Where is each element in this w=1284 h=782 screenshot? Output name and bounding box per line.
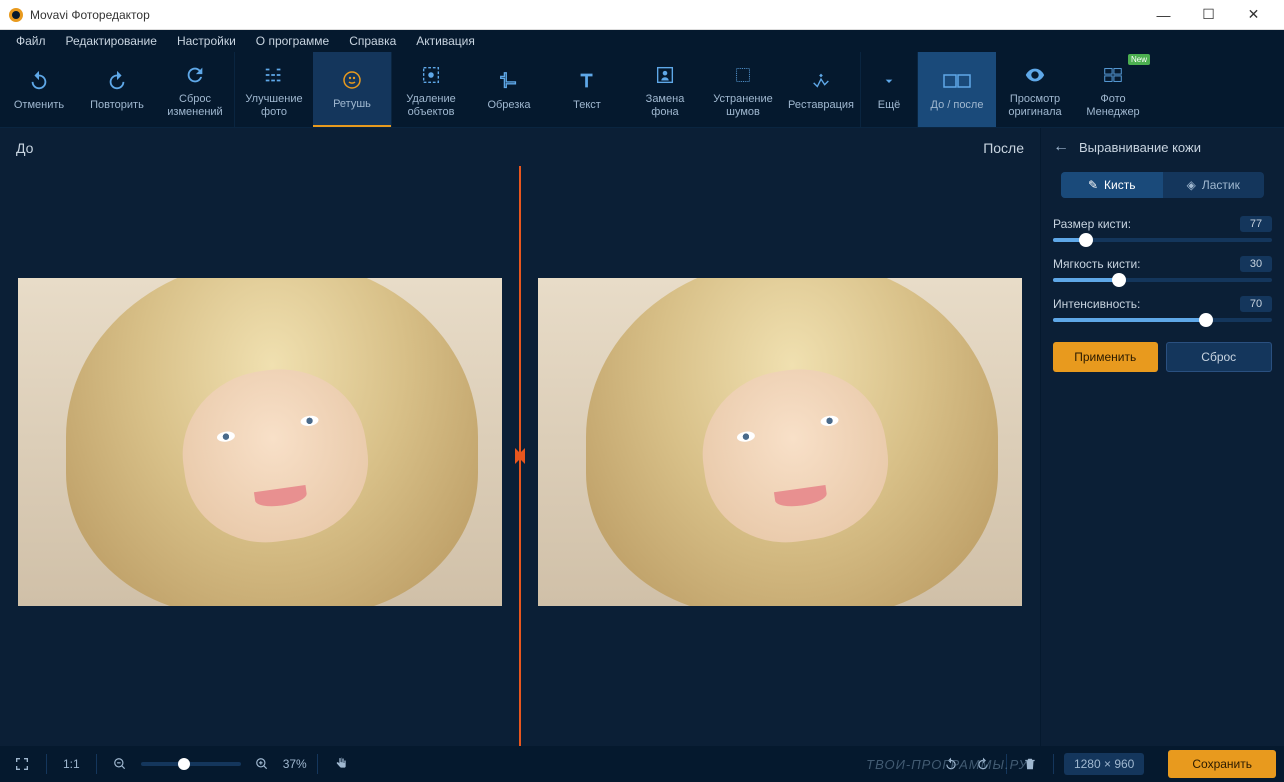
- before-after-button[interactable]: До / после: [918, 52, 996, 127]
- reset-icon: [181, 61, 209, 89]
- before-label: До: [0, 128, 520, 168]
- rotate-left-button[interactable]: [938, 753, 964, 775]
- redo-button[interactable]: Повторить: [78, 52, 156, 127]
- hand-tool-button[interactable]: [328, 752, 356, 776]
- rotate-right-button[interactable]: [970, 753, 996, 775]
- bg-replace-icon: [651, 61, 679, 89]
- denoise-icon: [729, 61, 757, 89]
- brush-softness-slider: Мягкость кисти: 30: [1053, 256, 1272, 282]
- enhance-button[interactable]: Улучшение фото: [235, 52, 313, 127]
- brush-intensity-track[interactable]: [1053, 318, 1272, 322]
- brush-size-track[interactable]: [1053, 238, 1272, 242]
- save-button[interactable]: Сохранить: [1168, 750, 1276, 778]
- app-icon: [8, 7, 24, 23]
- brush-soft-value[interactable]: 30: [1240, 256, 1272, 272]
- zoom-controls: 37%: [107, 753, 307, 775]
- apply-button[interactable]: Применить: [1053, 342, 1158, 372]
- delete-button[interactable]: [1017, 753, 1043, 775]
- undo-icon: [25, 67, 53, 95]
- new-badge: New: [1128, 54, 1150, 65]
- zoom-in-button[interactable]: [249, 753, 275, 775]
- menubar: Файл Редактирование Настройки О программ…: [0, 30, 1284, 52]
- slider-thumb[interactable]: [1112, 273, 1126, 287]
- slider-thumb[interactable]: [1199, 313, 1213, 327]
- fullscreen-icon: [14, 756, 30, 772]
- undo-button[interactable]: Отменить: [0, 52, 78, 127]
- remove-objects-icon: [417, 61, 445, 89]
- retouch-icon: [338, 66, 366, 94]
- reset-changes-button[interactable]: Сброс изменений: [156, 52, 234, 127]
- workspace: До После ← Выравнивание кожи ✎ Кисть: [0, 128, 1284, 746]
- retouch-panel: ← Выравнивание кожи ✎ Кисть ◈ Ластик Раз…: [1040, 128, 1284, 746]
- canvas-after: После: [520, 128, 1040, 746]
- zoom-slider[interactable]: [141, 762, 241, 766]
- fit-11-button[interactable]: 1:1: [57, 753, 86, 775]
- brush-size-slider: Размер кисти: 77: [1053, 216, 1272, 242]
- panel-reset-button[interactable]: Сброс: [1166, 342, 1273, 372]
- redo-icon: [103, 67, 131, 95]
- fullscreen-button[interactable]: [8, 752, 36, 776]
- brush-size-value[interactable]: 77: [1240, 216, 1272, 232]
- eraser-icon: ◈: [1187, 178, 1196, 192]
- chevron-down-icon: [875, 67, 903, 95]
- titlebar: Movavi Фоторедактор — ☐ ✕: [0, 0, 1284, 30]
- maximize-button[interactable]: ☐: [1186, 0, 1231, 29]
- panel-title: Выравнивание кожи: [1079, 140, 1201, 155]
- brush-intensity-value[interactable]: 70: [1240, 296, 1272, 312]
- remove-objects-button[interactable]: Удаление объектов: [392, 52, 470, 127]
- menu-file[interactable]: Файл: [6, 31, 56, 51]
- brush-option[interactable]: ✎ Кисть: [1061, 172, 1163, 198]
- crop-icon: [495, 67, 523, 95]
- after-label: После: [520, 128, 1040, 168]
- restore-button[interactable]: Реставрация: [782, 52, 860, 127]
- zoom-out-button[interactable]: [107, 753, 133, 775]
- retouch-button[interactable]: Ретушь: [313, 52, 391, 127]
- bg-replace-button[interactable]: Замена фона: [626, 52, 704, 127]
- eye-icon: [1021, 61, 1049, 89]
- close-button[interactable]: ✕: [1231, 0, 1276, 29]
- menu-about[interactable]: О программе: [246, 31, 339, 51]
- denoise-button[interactable]: Устранение шумов: [704, 52, 782, 127]
- window-title: Movavi Фоторедактор: [30, 8, 1141, 22]
- text-icon: [573, 67, 601, 95]
- canvas-before: До: [0, 128, 520, 746]
- toolbar: Отменить Повторить Сброс изменений Улучш…: [0, 52, 1284, 128]
- menu-activation[interactable]: Активация: [406, 31, 485, 51]
- crop-button[interactable]: Обрезка: [470, 52, 548, 127]
- minimize-button[interactable]: —: [1141, 0, 1186, 29]
- more-button[interactable]: Ещё: [861, 52, 917, 127]
- enhance-icon: [260, 61, 288, 89]
- menu-settings[interactable]: Настройки: [167, 31, 246, 51]
- menu-edit[interactable]: Редактирование: [56, 31, 167, 51]
- photo-manager-button[interactable]: New Фото Менеджер: [1074, 52, 1152, 127]
- image-before[interactable]: [18, 278, 502, 606]
- eraser-option[interactable]: ◈ Ластик: [1163, 172, 1265, 198]
- zoom-thumb[interactable]: [178, 758, 190, 770]
- brush-soft-track[interactable]: [1053, 278, 1272, 282]
- image-after[interactable]: [538, 278, 1022, 606]
- brush-icon: ✎: [1088, 178, 1098, 192]
- view-original-button[interactable]: Просмотр оригинала: [996, 52, 1074, 127]
- slider-thumb[interactable]: [1079, 233, 1093, 247]
- split-divider[interactable]: [519, 166, 521, 746]
- restore-icon: [807, 67, 835, 95]
- statusbar: 1:1 37% 1280 × 960 Сохранить: [0, 746, 1284, 782]
- photo-manager-icon: [1099, 61, 1127, 89]
- image-dimensions: 1280 × 960: [1064, 753, 1144, 775]
- brush-intensity-slider: Интенсивность: 70: [1053, 296, 1272, 322]
- canvas-area: До После: [0, 128, 1040, 746]
- before-after-icon: [943, 67, 971, 95]
- brush-eraser-toggle: ✎ Кисть ◈ Ластик: [1061, 172, 1264, 198]
- menu-help[interactable]: Справка: [339, 31, 406, 51]
- text-button[interactable]: Текст: [548, 52, 626, 127]
- panel-back-button[interactable]: ←: [1053, 138, 1069, 156]
- zoom-percent: 37%: [283, 757, 307, 771]
